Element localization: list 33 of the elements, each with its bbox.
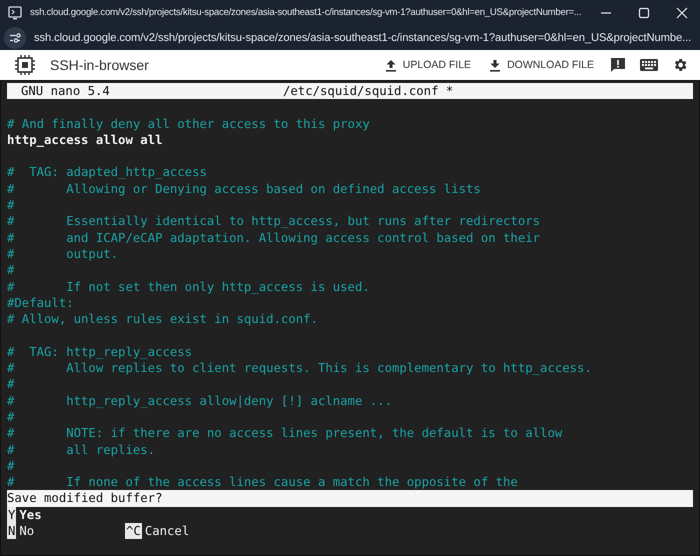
comment-line: # TAG: adapted_http_access — [7, 164, 208, 181]
url-text[interactable]: ssh.cloud.google.com/v2/ssh/projects/kitsu-space/zones/asia-southeast1-c/instances/sg-vm-1?authuser=0&hl=en_US&projectNumbe... — [34, 32, 692, 44]
comment-line: # — [7, 262, 16, 279]
shortcut-key: N — [7, 523, 16, 540]
comment-line: # And finally deny all other access to this proxy — [7, 116, 371, 132]
comment-line: # and ICAP/eCAP adaptation. Allowing access control based on their — [7, 230, 542, 246]
shortcut-key: ^C — [125, 523, 142, 540]
config-line: http_access allow all — [7, 132, 164, 148]
shortcut-label: Yes — [19, 506, 42, 524]
comment-line: # If not set then only http_access is used. — [7, 278, 371, 295]
comment-line: # — [7, 458, 16, 474]
comment-line: # http_reply_access allow|deny [!] aclname ... — [7, 392, 393, 409]
save-prompt: Save modified buffer? — [7, 490, 693, 507]
shortcut-label: No — [19, 523, 34, 540]
comment-line: # TAG: http_reply_access — [7, 344, 194, 360]
comment-line: # — [7, 408, 16, 426]
comment-line: # Allow replies to client requests. This is complementary to http_access. — [7, 360, 593, 376]
comment-line: # all replies. — [7, 442, 156, 458]
comment-line: # output. — [7, 246, 120, 262]
comment-line: # NOTE: if there are no access lines present, the default is to allow — [7, 425, 564, 442]
editor-version: GNU nano 5.4 — [20, 83, 111, 100]
comment-line: # Essentially identical to http_access, but runs after redirectors — [7, 213, 542, 230]
shortcut-label: Cancel — [144, 523, 190, 540]
comment-line: #Default: — [7, 294, 75, 312]
shortcut-key: Y — [7, 506, 16, 524]
comment-line: # — [7, 376, 16, 393]
app-name: SSH-in-browser — [50, 57, 149, 73]
comment-line: # If none of the access lines cause a match the opposite of the — [7, 474, 519, 490]
window-title: ssh.cloud.google.com/v2/ssh/projects/kitsu-space/zones/asia-southeast1-c/instances/sg-vm-1?authuser=0&hl=en_US&projectNumber=... — [30, 7, 582, 18]
comment-line: # Allow, unless rules exist in squid.conf. — [7, 311, 319, 328]
comment-line: # — [7, 197, 16, 214]
file-name: /etc/squid/squid.conf * — [283, 83, 454, 100]
comment-line: # Allowing or Denying access based on defined access lists — [7, 180, 482, 198]
